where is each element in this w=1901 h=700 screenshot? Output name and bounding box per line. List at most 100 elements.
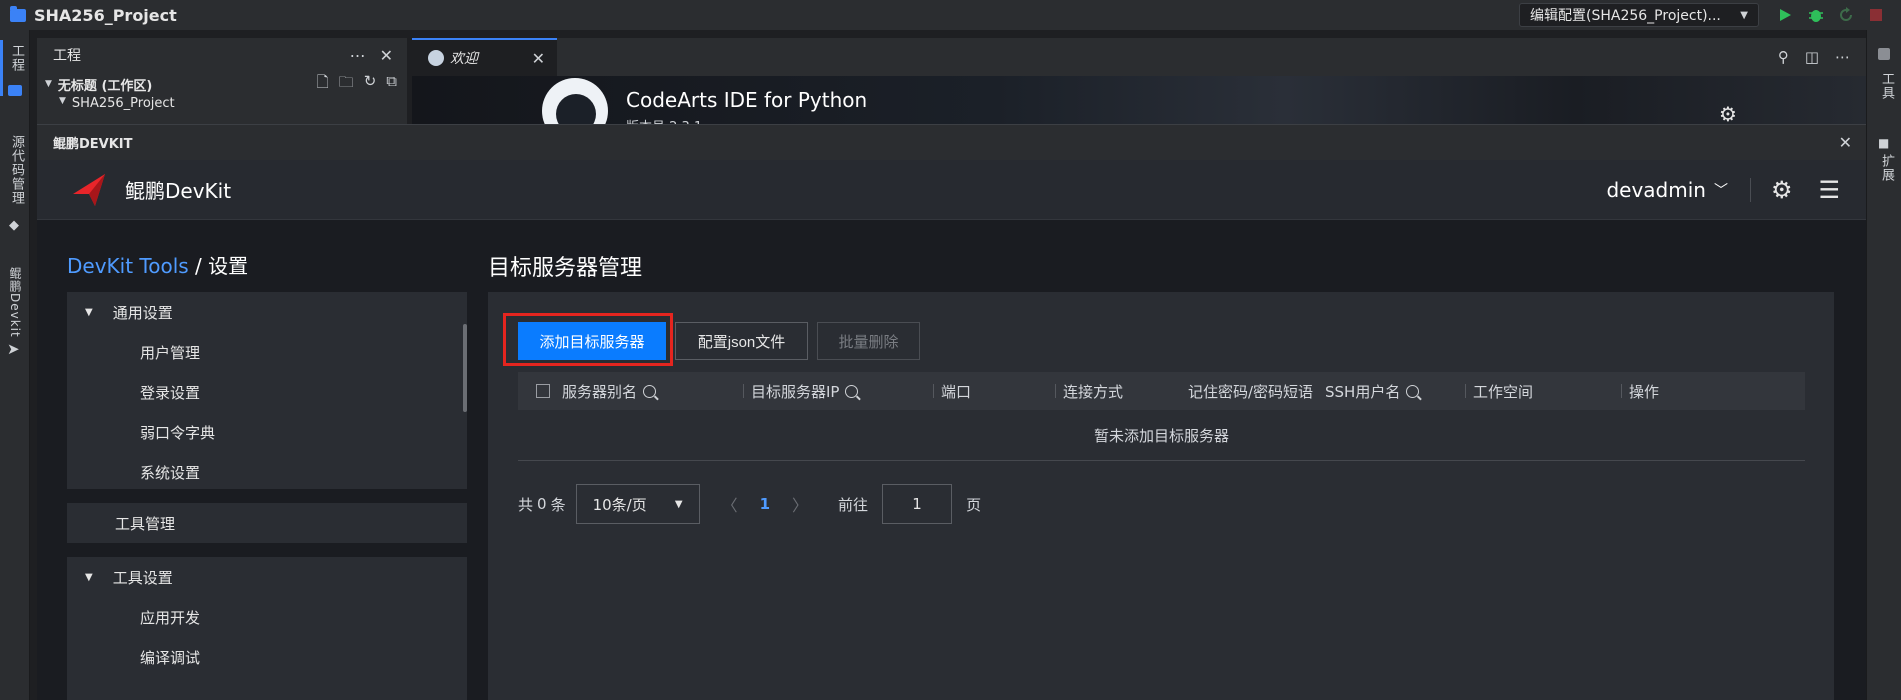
- pagination: 共 0 条 10条/页 ▼ 〈 1 〉 前往 页: [518, 484, 981, 524]
- config-json-button[interactable]: 配置json文件: [675, 322, 808, 360]
- restart-button[interactable]: [1836, 5, 1856, 25]
- prev-page-icon[interactable]: 〈: [722, 492, 738, 516]
- run-config-select[interactable]: 编辑配置(SHA256_Project)... ▼: [1519, 3, 1759, 27]
- activity-devkit[interactable]: 鲲鹏Devkit: [7, 267, 24, 338]
- more-icon[interactable]: ⋯: [1835, 48, 1850, 66]
- active-indicator: [0, 40, 3, 96]
- select-all-checkbox[interactable]: [536, 384, 550, 398]
- collapse-icon[interactable]: ⧉: [386, 72, 397, 97]
- toolbox-icon: [1878, 48, 1890, 60]
- sidebar-scrollbar[interactable]: [463, 324, 467, 412]
- gear-icon[interactable]: ⚙: [1719, 102, 1737, 124]
- editor-tab-bar: 欢迎 ✕ ⚲ ◫ ⋯: [412, 38, 1866, 76]
- page-suffix: 页: [966, 495, 982, 514]
- sidebar-group-tool-settings-header[interactable]: ▼ 工具设置: [67, 557, 467, 597]
- sidebar-group-label: 工具设置: [112, 568, 173, 587]
- bug-icon: [1809, 10, 1823, 22]
- nav-divider: [1749, 177, 1751, 202]
- tab-welcome[interactable]: 欢迎 ✕: [412, 38, 557, 76]
- sidebar-group-tool-settings: ▼ 工具设置 应用开发 编译调试: [67, 557, 467, 700]
- page-size-select[interactable]: 10条/页 ▼: [575, 484, 700, 524]
- hamburger-menu-icon[interactable]: ☰: [1818, 176, 1840, 204]
- page-number-current[interactable]: 1: [760, 495, 770, 513]
- sidebar-item-compile-debug[interactable]: 编译调试: [67, 637, 467, 677]
- sidebar-item-system[interactable]: 系统设置: [67, 452, 467, 489]
- triangle-down-icon: ▼: [85, 571, 93, 583]
- column-label: 记住密码/密码短语: [1188, 382, 1314, 401]
- triangle-down-icon: ▼: [85, 306, 93, 318]
- table-empty-row: 暂未添加目标服务器: [518, 410, 1805, 461]
- settings-gear-icon[interactable]: ⚙: [1771, 176, 1793, 204]
- new-file-icon[interactable]: 🗋: [317, 72, 329, 97]
- debug-button[interactable]: [1806, 5, 1826, 25]
- breadcrumb-separator: /: [188, 254, 209, 278]
- search-icon[interactable]: [845, 384, 859, 398]
- activity-project[interactable]: 工程: [7, 44, 26, 72]
- sidebar-item-label: 登录设置: [140, 383, 201, 402]
- column-alias: 服务器别名: [536, 372, 657, 410]
- column-workspace: 工作空间: [1465, 372, 1534, 410]
- sidebar-item-login[interactable]: 登录设置: [67, 372, 467, 412]
- column-divider: [1465, 384, 1466, 398]
- add-server-button[interactable]: 添加目标服务器: [518, 322, 666, 360]
- sidebar-group-general-header[interactable]: ▼ 通用设置: [67, 292, 467, 332]
- goto-page-input[interactable]: [882, 484, 953, 524]
- column-divider: [1621, 384, 1622, 398]
- caret-down-icon: ▼: [674, 498, 683, 510]
- search-icon[interactable]: ⚲: [1778, 48, 1789, 66]
- welcome-title: CodeArts IDE for Python: [626, 88, 868, 112]
- next-page-icon[interactable]: 〉: [792, 492, 808, 516]
- codearts-logo-icon: [542, 78, 608, 124]
- pager-total-prefix: 共: [518, 495, 534, 514]
- run-config-label: 编辑配置(SHA256_Project)...: [1530, 8, 1721, 24]
- column-connection: 连接方式: [1055, 372, 1124, 410]
- devkit-panel-title: 鲲鹏DEVKIT: [53, 137, 133, 152]
- triangle-down-icon: ▼: [45, 79, 52, 89]
- activity-scm[interactable]: 源代码管理: [7, 135, 26, 205]
- more-icon[interactable]: ⋯: [350, 46, 366, 65]
- column-label: 连接方式: [1063, 382, 1124, 401]
- column-label: 目标服务器IP: [751, 382, 840, 401]
- column-ssh-user: SSH用户名: [1325, 372, 1420, 410]
- project-title: SHA256_Project: [34, 5, 177, 25]
- search-icon[interactable]: [643, 384, 657, 398]
- column-label: 端口: [941, 382, 972, 401]
- devkit-navbar: 鲲鹏DevKit devadmin ﹀ ⚙ ☰: [37, 160, 1866, 220]
- activity-extensions[interactable]: 扩展: [1877, 154, 1896, 182]
- column-divider: [933, 384, 934, 398]
- user-menu[interactable]: devadmin ﹀: [1606, 178, 1728, 202]
- server-management-card: 添加目标服务器 配置json文件 批量删除 服务器别名 目标服务器IP 端口 连…: [488, 292, 1834, 700]
- breadcrumb: DevKit Tools / 设置: [67, 250, 248, 279]
- devkit-panel-header: 鲲鹏DEVKIT ✕: [37, 124, 1866, 160]
- sidebar-item-weak-password[interactable]: 弱口令字典: [67, 412, 467, 452]
- close-icon[interactable]: ✕: [532, 49, 545, 68]
- breadcrumb-link[interactable]: DevKit Tools: [67, 254, 189, 278]
- folder-icon: [10, 5, 26, 22]
- sidebar-item-app-dev[interactable]: 应用开发: [67, 597, 467, 637]
- refresh-icon[interactable]: ↻: [364, 72, 377, 97]
- folder-icon: [8, 85, 22, 96]
- sidebar-group-label: 通用设置: [112, 303, 173, 322]
- close-icon[interactable]: ✕: [380, 46, 393, 65]
- stop-button[interactable]: [1866, 5, 1886, 25]
- project-panel-header: 工程 ⋯ ✕: [37, 38, 407, 72]
- new-folder-icon[interactable]: 🗀: [339, 72, 354, 97]
- sidebar-item-tool-mgmt[interactable]: 工具管理: [67, 503, 467, 543]
- search-icon[interactable]: [1406, 384, 1420, 398]
- activity-tools[interactable]: 工具: [1877, 72, 1896, 100]
- tab-welcome-label: 欢迎: [450, 51, 478, 67]
- sidebar-item-label: 工具管理: [115, 514, 176, 533]
- devkit-icon: ➤: [7, 340, 20, 358]
- project-panel: 工程 ⋯ ✕ ▼ 无标题 (工作区) 🗋 🗀 ↻ ⧉ ▼ SHA256_Proj…: [37, 38, 407, 124]
- run-button[interactable]: [1775, 5, 1795, 25]
- workspace-row[interactable]: ▼ 无标题 (工作区) 🗋 🗀 ↻ ⧉: [37, 72, 407, 96]
- sidebar-item-users[interactable]: 用户管理: [67, 332, 467, 372]
- project-row[interactable]: ▼ SHA256_Project: [37, 96, 407, 114]
- close-icon[interactable]: ✕: [1839, 133, 1852, 152]
- pager-total-suffix: 条: [550, 495, 566, 514]
- split-editor-icon[interactable]: ◫: [1805, 48, 1819, 66]
- sidebar-group-general: ▼ 通用设置 用户管理 登录设置 弱口令字典 系统设置: [67, 292, 467, 489]
- batch-delete-button: 批量删除: [817, 322, 920, 360]
- extensions-icon: ■: [1878, 136, 1890, 150]
- column-label: 工作空间: [1473, 382, 1534, 401]
